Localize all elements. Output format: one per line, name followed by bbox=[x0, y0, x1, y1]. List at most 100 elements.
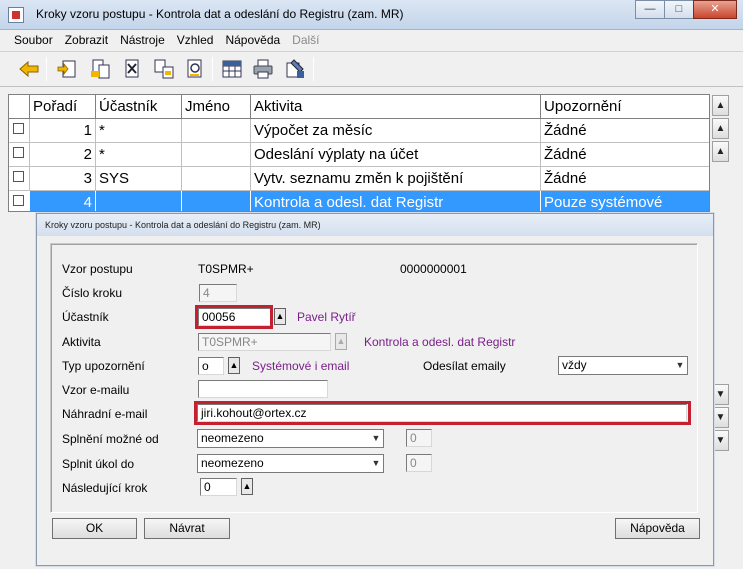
ucastnik-name: Pavel Rytíř bbox=[297, 310, 356, 324]
header-aktivita[interactable]: Aktivita bbox=[251, 95, 541, 119]
nasledujici-krok-label: Následující krok bbox=[62, 481, 148, 495]
splnit-ukol-do-select[interactable]: neomezeno ▼ bbox=[197, 454, 384, 473]
steps-grid: Pořadí Účastník Jméno Aktivita Upozorněn… bbox=[8, 94, 710, 212]
cell-upozorneni: Pouze systémové bbox=[544, 194, 663, 211]
grid-scroll-top: ▲ ▲ ▲ bbox=[712, 95, 729, 164]
delete-record-icon[interactable] bbox=[120, 57, 144, 81]
cell-ucastnik: SYS bbox=[96, 167, 182, 191]
cell-jmeno bbox=[182, 167, 251, 191]
table-row[interactable]: 2 * Odeslání výplaty na účet Žádné bbox=[9, 143, 709, 167]
cell-aktivita: Odeslání výplaty na účet bbox=[251, 143, 541, 167]
copy-record-icon[interactable] bbox=[89, 57, 113, 81]
cell-ucastnik: * bbox=[96, 143, 182, 167]
cell-upozorneni: Žádné bbox=[544, 122, 587, 139]
header-upozorneni[interactable]: Upozornění bbox=[541, 95, 709, 119]
cell-poradi: 4 bbox=[30, 191, 96, 211]
ucastnik-spin-icon[interactable]: ▲ bbox=[274, 308, 286, 325]
row-checkbox[interactable] bbox=[13, 195, 24, 206]
splnit-ukol-do-num: 0 bbox=[406, 454, 432, 472]
splnit-ukol-do-label: Splnit úkol do bbox=[62, 457, 135, 471]
menu-zobrazit[interactable]: Zobrazit bbox=[59, 31, 114, 50]
scroll-up-icon[interactable]: ▲ bbox=[712, 141, 729, 162]
scroll-page-up-icon[interactable]: ▲ bbox=[712, 118, 729, 139]
find-record-icon[interactable] bbox=[183, 57, 207, 81]
aktivita-name: Kontrola a odesl. dat Registr bbox=[364, 335, 516, 349]
typ-upozorneni-spin-icon[interactable]: ▲ bbox=[228, 357, 240, 374]
navrat-button[interactable]: Návrat bbox=[144, 518, 230, 539]
aktivita-field: T0SPMR+ bbox=[198, 333, 331, 351]
typ-upozorneni-field[interactable]: o bbox=[198, 357, 224, 375]
tools-icon[interactable] bbox=[283, 57, 307, 81]
window-controls: — □ ✕ bbox=[635, 0, 737, 19]
vzor-emailu-label: Vzor e-mailu bbox=[62, 383, 130, 397]
toolbar bbox=[0, 51, 743, 87]
header-checkbox-col bbox=[9, 95, 30, 119]
ucastnik-label: Účastník bbox=[62, 310, 109, 324]
table-row[interactable]: 1 * Výpočet za měsíc Žádné bbox=[9, 119, 709, 143]
title-bar: Kroky vzoru postupu - Kontrola dat a ode… bbox=[0, 0, 743, 30]
vzor-postupu-id: 0000000001 bbox=[400, 262, 467, 276]
cell-upozorneni: Žádné bbox=[544, 146, 587, 163]
close-button[interactable]: ✕ bbox=[693, 0, 737, 19]
minimize-button[interactable]: — bbox=[635, 0, 665, 19]
cell-jmeno bbox=[182, 119, 251, 143]
row-checkbox[interactable] bbox=[13, 123, 24, 134]
grid-header: Pořadí Účastník Jméno Aktivita Upozorněn… bbox=[9, 95, 709, 119]
typ-upozorneni-name: Systémové i email bbox=[252, 359, 350, 373]
menu-vzhled[interactable]: Vzhled bbox=[171, 31, 220, 50]
aktivita-spin-icon: ▲ bbox=[335, 333, 347, 350]
chevron-down-icon[interactable]: ▼ bbox=[673, 357, 687, 374]
scroll-down-icon[interactable]: ▼ bbox=[712, 384, 729, 405]
cislo-kroku-label: Číslo kroku bbox=[62, 286, 123, 300]
menu-bar: Soubor Zobrazit Nástroje Vzhled Nápověda… bbox=[0, 31, 743, 50]
chevron-down-icon[interactable]: ▼ bbox=[369, 430, 383, 447]
step-dialog: Kroky vzoru postupu - Kontrola dat a ode… bbox=[36, 213, 714, 566]
ucastnik-field[interactable]: 00056 bbox=[198, 308, 271, 326]
dialog-title: Kroky vzoru postupu - Kontrola dat a ode… bbox=[37, 214, 713, 236]
row-checkbox[interactable] bbox=[13, 147, 24, 158]
cell-ucastnik bbox=[96, 191, 182, 211]
menu-dalsi: Další bbox=[292, 33, 320, 47]
app-icon bbox=[8, 7, 24, 23]
nahradni-email-field[interactable]: jiri.kohout@ortex.cz bbox=[197, 404, 687, 422]
scroll-first-icon[interactable]: ▲ bbox=[712, 95, 729, 116]
odesilat-emaily-value: vždy bbox=[562, 358, 587, 372]
new-record-icon[interactable] bbox=[56, 57, 80, 81]
chevron-down-icon[interactable]: ▼ bbox=[369, 455, 383, 472]
nasledujici-krok-spin-icon[interactable]: ▲ bbox=[241, 478, 253, 495]
scroll-last-icon[interactable]: ▼ bbox=[712, 430, 729, 451]
cell-upozorneni: Žádné bbox=[544, 170, 587, 187]
ok-button[interactable]: OK bbox=[52, 518, 137, 539]
move-record-icon[interactable] bbox=[152, 57, 176, 81]
splneni-mozne-od-num: 0 bbox=[406, 429, 432, 447]
table-row[interactable]: 3 SYS Vytv. seznamu změn k pojištění Žád… bbox=[9, 167, 709, 191]
menu-nastroje[interactable]: Nástroje bbox=[114, 31, 171, 50]
table-row-selected[interactable]: 4 Kontrola a odesl. dat Registr Pouze sy… bbox=[9, 191, 709, 211]
odesilat-emaily-select[interactable]: vždy ▼ bbox=[558, 356, 688, 375]
menu-napoveda[interactable]: Nápověda bbox=[219, 31, 286, 50]
vzor-postupu-code: T0SPMR+ bbox=[198, 262, 254, 276]
odesilat-emaily-label: Odesílat emaily bbox=[423, 359, 506, 373]
row-checkbox[interactable] bbox=[13, 171, 24, 182]
header-poradi[interactable]: Pořadí bbox=[30, 95, 96, 119]
cell-ucastnik: * bbox=[96, 119, 182, 143]
nasledujici-krok-field[interactable]: 0 bbox=[200, 478, 237, 496]
cell-aktivita: Vytv. seznamu změn k pojištění bbox=[251, 167, 541, 191]
table-view-icon[interactable] bbox=[220, 57, 244, 81]
maximize-button[interactable]: □ bbox=[664, 0, 694, 19]
header-ucastnik[interactable]: Účastník bbox=[96, 95, 182, 119]
cell-poradi: 1 bbox=[30, 119, 96, 143]
window-title: Kroky vzoru postupu - Kontrola dat a ode… bbox=[36, 7, 404, 21]
cell-aktivita: Kontrola a odesl. dat Registr bbox=[251, 191, 541, 211]
header-jmeno[interactable]: Jméno bbox=[182, 95, 251, 119]
cell-aktivita: Výpočet za měsíc bbox=[251, 119, 541, 143]
napoveda-button[interactable]: Nápověda bbox=[615, 518, 700, 539]
splneni-mozne-od-select[interactable]: neomezeno ▼ bbox=[197, 429, 384, 448]
vzor-emailu-field[interactable] bbox=[198, 380, 328, 398]
cell-jmeno bbox=[182, 143, 251, 167]
vzor-postupu-label: Vzor postupu bbox=[62, 262, 133, 276]
print-icon[interactable] bbox=[251, 57, 275, 81]
scroll-page-down-icon[interactable]: ▼ bbox=[712, 407, 729, 428]
menu-soubor[interactable]: Soubor bbox=[8, 31, 59, 50]
back-arrow-icon[interactable] bbox=[17, 57, 41, 81]
